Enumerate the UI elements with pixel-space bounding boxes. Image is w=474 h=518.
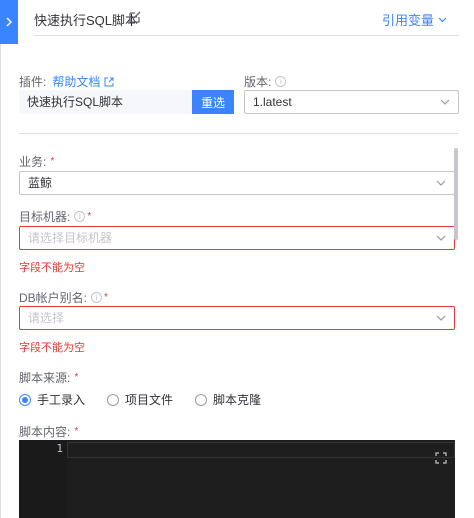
script-source-label-row: 脚本来源: * xyxy=(19,369,78,386)
radio-label: 脚本克隆 xyxy=(213,393,262,407)
info-icon[interactable]: i xyxy=(74,211,86,222)
form-scrollbar[interactable] xyxy=(454,148,458,240)
db-alias-label: DB帐户别名: xyxy=(19,291,88,305)
radio-project-file[interactable]: 项目文件 xyxy=(107,391,173,408)
radio-checked-icon xyxy=(19,393,31,406)
db-alias-placeholder: 请选择 xyxy=(28,311,65,325)
info-icon[interactable]: i xyxy=(275,76,287,87)
page-title: 快速执行SQL脚本 xyxy=(34,13,139,28)
script-source-radio-group: 手工录入 项目文件 脚本克隆 xyxy=(19,391,261,408)
chevron-down-icon xyxy=(436,235,446,241)
script-content-label: 脚本内容: xyxy=(19,425,71,439)
plugin-label: 插件: xyxy=(19,75,47,89)
target-machine-placeholder: 请选择目标机器 xyxy=(28,231,113,245)
version-label-row: 版本: i xyxy=(244,73,287,90)
radio-unchecked-icon xyxy=(195,393,208,406)
business-value: 蓝鲸 xyxy=(28,176,53,190)
reference-variable-label: 引用变量 xyxy=(381,13,434,28)
db-alias-label-row: DB帐户别名: i * xyxy=(19,289,108,306)
panel-collapse-button[interactable] xyxy=(0,0,18,44)
required-mark: * xyxy=(87,211,92,222)
db-alias-select[interactable]: 请选择 xyxy=(19,306,455,330)
required-mark: * xyxy=(50,156,55,167)
chevron-down-icon xyxy=(436,180,446,186)
version-value: 1.latest xyxy=(253,95,292,109)
script-source-label: 脚本来源: xyxy=(19,371,71,385)
radio-label: 手工录入 xyxy=(37,393,86,407)
required-mark: * xyxy=(74,372,79,383)
panel-header: 快速执行SQL脚本 引用变量 xyxy=(34,0,459,36)
info-icon[interactable]: i xyxy=(91,292,103,303)
reference-variable-link[interactable]: 引用变量 xyxy=(382,10,447,29)
chevron-down-icon xyxy=(440,99,450,105)
plugin-display: 快速执行SQL脚本 xyxy=(19,90,192,114)
help-doc-label: 帮助文档 xyxy=(52,75,101,89)
required-mark: * xyxy=(104,292,108,303)
panel-border xyxy=(0,44,1,518)
target-machine-select[interactable]: 请选择目标机器 xyxy=(19,226,455,250)
code-editor[interactable]: 1 xyxy=(19,440,455,518)
chevron-down-icon xyxy=(436,315,446,321)
db-alias-error: 字段不能为空 xyxy=(19,342,85,354)
target-machine-label: 目标机器: xyxy=(19,210,71,224)
plugin-label-row: 插件: 帮助文档 xyxy=(19,73,114,90)
chevron-down-icon xyxy=(438,17,447,22)
required-mark: * xyxy=(74,426,79,437)
radio-manual-input[interactable]: 手工录入 xyxy=(19,391,85,408)
line-number: 1 xyxy=(56,442,63,455)
chevron-right-icon xyxy=(6,17,13,27)
external-link-icon xyxy=(104,77,114,86)
section-divider xyxy=(19,133,459,134)
script-content-label-row: 脚本内容: * xyxy=(19,423,78,440)
target-machine-label-row: 目标机器: i * xyxy=(19,208,91,225)
current-line-highlight xyxy=(67,442,455,458)
version-label: 版本: xyxy=(244,75,272,89)
editor-gutter: 1 xyxy=(19,440,67,518)
version-select[interactable]: 1.latest xyxy=(244,90,459,114)
business-label-row: 业务: * xyxy=(19,153,54,170)
radio-script-clone[interactable]: 脚本克隆 xyxy=(195,391,261,408)
edit-icon[interactable] xyxy=(128,10,142,24)
fullscreen-icon[interactable] xyxy=(435,452,447,464)
business-label: 业务: xyxy=(19,155,47,169)
radio-label: 项目文件 xyxy=(125,393,174,407)
radio-unchecked-icon xyxy=(107,393,120,406)
reselect-button[interactable]: 重选 xyxy=(192,90,234,114)
business-select[interactable]: 蓝鲸 xyxy=(19,171,455,195)
target-machine-error: 字段不能为空 xyxy=(19,262,85,274)
help-doc-link[interactable]: 帮助文档 xyxy=(52,73,114,90)
